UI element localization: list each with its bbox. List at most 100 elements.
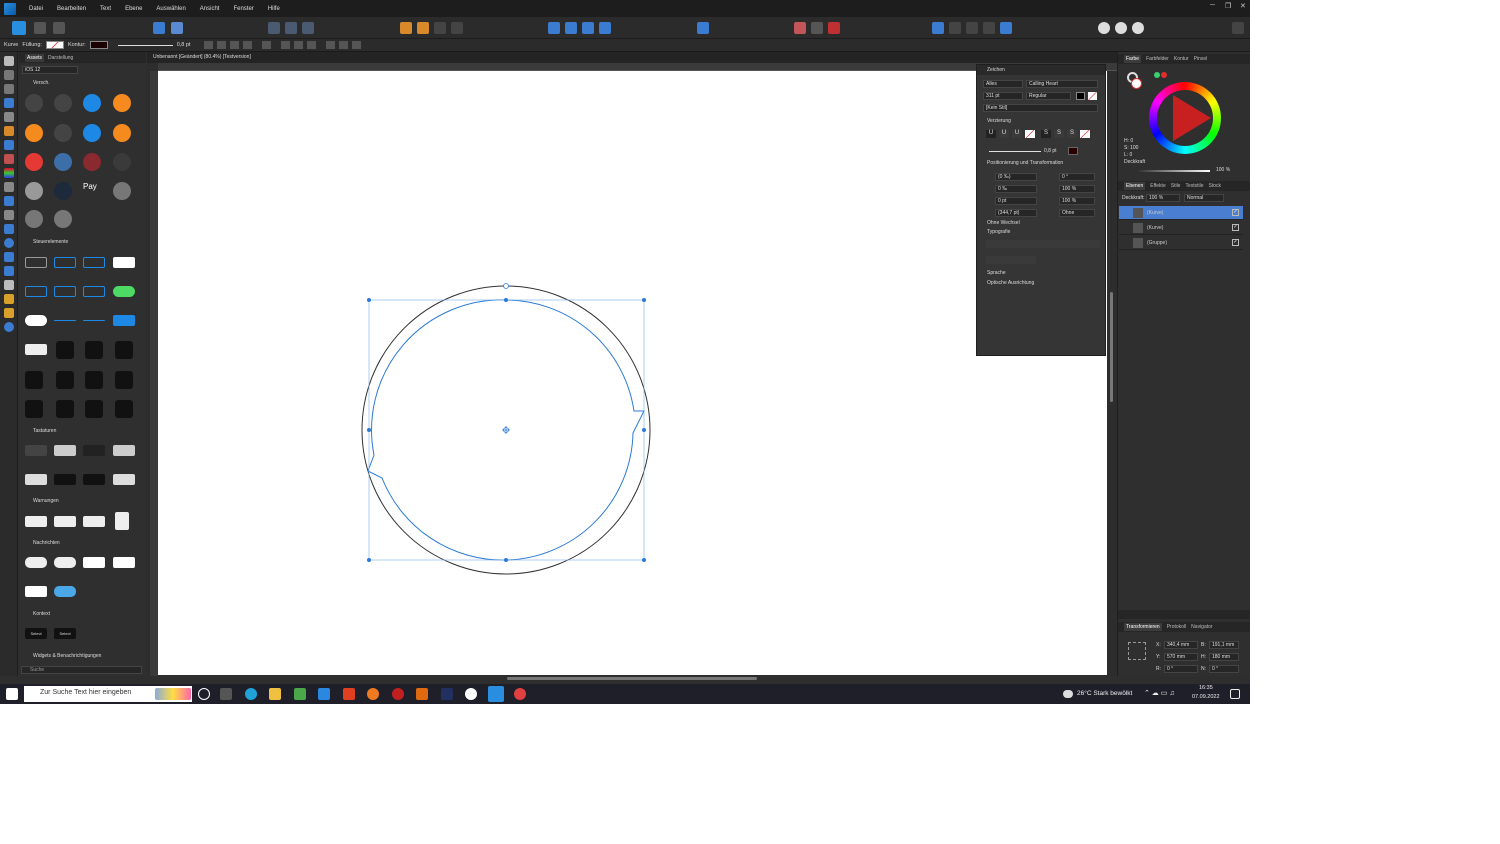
asset-keyboard-4[interactable] <box>113 445 135 456</box>
center-marker-icon[interactable] <box>502 426 510 434</box>
asset-avatar-icon[interactable] <box>25 182 43 200</box>
rotation-field[interactable]: 0 ° <box>1164 665 1198 673</box>
asset-shield-icon[interactable] <box>113 94 131 112</box>
layer-opacity-field[interactable]: 100 % <box>1146 194 1180 202</box>
asset-screen-mirror-icon[interactable] <box>85 400 103 418</box>
optical-alignment-header[interactable]: Optische Ausrichtung <box>987 280 1034 286</box>
geometry-icon[interactable] <box>811 22 823 34</box>
flip-vertical-icon[interactable] <box>565 22 577 34</box>
eyedropper-icon[interactable] <box>1154 72 1160 78</box>
asset-button-white[interactable] <box>113 257 135 268</box>
underline-button[interactable]: U <box>986 130 996 138</box>
asset-toggle[interactable] <box>113 286 135 297</box>
node-tool-icon[interactable] <box>204 41 214 49</box>
asset-back-icon[interactable] <box>83 124 101 142</box>
affinity-taskbar-icon[interactable] <box>488 686 504 702</box>
section-controls[interactable]: Steuerelemente <box>33 239 153 245</box>
panels-icon[interactable] <box>1232 22 1244 34</box>
asset-segment[interactable] <box>25 286 47 297</box>
layer-row[interactable]: (Kurve) ✓ <box>1119 206 1243 220</box>
typography-buttons-2[interactable] <box>986 256 1036 264</box>
app-script-icon[interactable] <box>441 688 453 700</box>
layer-row[interactable]: (Gruppe) ✓ <box>1119 236 1243 250</box>
node-tool-icon[interactable] <box>4 84 14 94</box>
asset-button-blue[interactable] <box>113 315 135 326</box>
strike-swatch[interactable] <box>1080 130 1090 138</box>
asset-flashlight-icon[interactable] <box>25 371 43 389</box>
baseline-field[interactable]: 0 pt <box>995 197 1037 205</box>
minimize-icon[interactable]: ─ <box>1210 2 1215 9</box>
crop-tool-icon[interactable] <box>4 210 14 220</box>
character-panel-title[interactable]: Zeichen <box>977 65 1105 75</box>
asset-pill[interactable] <box>25 315 47 326</box>
rounded-rect-tool-icon[interactable] <box>4 252 14 262</box>
mail-icon[interactable] <box>318 688 330 700</box>
zoom-tool-icon[interactable] <box>4 322 14 332</box>
subtract-icon[interactable] <box>949 22 961 34</box>
tab-layers[interactable]: Ebenen <box>1124 182 1146 190</box>
vertical-scrollbar[interactable] <box>1110 292 1113 402</box>
layer-visible-checkbox[interactable]: ✓ <box>1232 209 1239 216</box>
font-style-select[interactable]: Regular <box>1026 92 1071 100</box>
clock-time[interactable]: 16:35 <box>1199 685 1213 691</box>
layer-visible-checkbox[interactable]: ✓ <box>1232 239 1239 246</box>
x-field[interactable]: 340,4 mm <box>1164 641 1198 649</box>
tab-navigator[interactable]: Navigator <box>1191 624 1212 630</box>
opacity-slider[interactable] <box>1138 170 1210 172</box>
asset-fork-icon[interactable] <box>25 124 43 142</box>
asset-moon-icon[interactable] <box>25 400 43 418</box>
menu-edit[interactable]: Bearbeiten <box>50 6 93 12</box>
asset-fuel-icon[interactable] <box>83 94 101 112</box>
node-smooth-icon[interactable] <box>217 41 227 49</box>
typography-header[interactable]: Typografie <box>987 229 1010 235</box>
strike-color-button[interactable]: S <box>1067 130 1077 138</box>
rectangle-tool-icon[interactable] <box>4 224 14 234</box>
menu-view[interactable]: Ansicht <box>193 6 227 12</box>
layer-row[interactable]: (Kurve) ✓ <box>1119 221 1243 235</box>
fill-color-well[interactable] <box>1131 78 1142 89</box>
cortana-icon[interactable] <box>198 688 210 700</box>
picked-color-dot[interactable] <box>1161 72 1167 78</box>
export-persona-icon[interactable] <box>53 22 65 34</box>
corner-tool-icon[interactable] <box>4 98 14 108</box>
decoration-color-swatch[interactable] <box>1068 147 1078 155</box>
y-field[interactable]: 570 mm <box>1164 653 1198 661</box>
asset-slider-2[interactable] <box>83 320 105 321</box>
node-smart-icon[interactable] <box>243 41 253 49</box>
text-tool-icon[interactable] <box>4 280 14 290</box>
asset-location-icon[interactable] <box>54 94 72 112</box>
tab-appearance[interactable]: Darstellung <box>48 55 73 61</box>
paragraph-style-select[interactable]: [Kein Stil] <box>983 104 1098 112</box>
double-strike-button[interactable]: S <box>1054 130 1064 138</box>
menu-window[interactable]: Fenster <box>226 6 260 12</box>
asset-alert-3[interactable] <box>83 516 105 527</box>
double-underline-button[interactable]: U <box>999 130 1009 138</box>
tab-swatches[interactable]: Farbfelder <box>1146 56 1169 62</box>
color-wheel[interactable] <box>1149 82 1221 154</box>
menu-layer[interactable]: Ebene <box>118 6 149 12</box>
distribute-h-icon[interactable] <box>352 41 362 49</box>
asset-keyboard-8[interactable] <box>113 474 135 485</box>
designer-persona-icon[interactable] <box>12 21 26 35</box>
brush-tool-icon[interactable] <box>4 154 14 164</box>
app-red-icon[interactable] <box>392 688 404 700</box>
fill-swatch[interactable] <box>45 41 64 49</box>
asset-texture-icon[interactable] <box>83 153 101 171</box>
task-view-icon[interactable] <box>220 688 232 700</box>
section-messages[interactable]: Nachrichten <box>33 540 153 546</box>
section-keyboards[interactable]: Tastaturen <box>33 428 153 434</box>
boolean-icon[interactable] <box>794 22 806 34</box>
transparency-tool-icon[interactable] <box>4 182 14 192</box>
asset-camera-icon[interactable] <box>56 341 74 359</box>
insert-target-icon[interactable] <box>828 22 840 34</box>
asset-alert-1[interactable] <box>25 516 47 527</box>
kerning-field[interactable]: (0 ‰) <box>995 173 1037 181</box>
app-orange-icon[interactable] <box>416 688 428 700</box>
asset-segment-3[interactable] <box>83 286 105 297</box>
align-center-icon[interactable] <box>294 41 304 49</box>
menu-select[interactable]: Auswählen <box>149 6 192 12</box>
horizontal-scrollbar[interactable] <box>507 677 757 680</box>
tray-icons[interactable]: ⌃ ☁ ▭ ♫ <box>1144 689 1175 697</box>
asset-rotation-lock-icon[interactable] <box>56 400 74 418</box>
move-tool-icon[interactable] <box>4 56 14 66</box>
